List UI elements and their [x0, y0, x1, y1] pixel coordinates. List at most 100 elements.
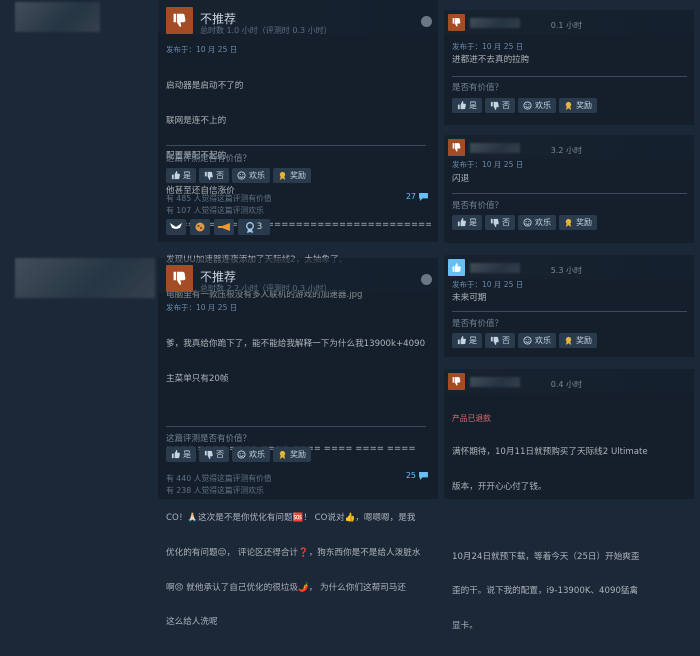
horn-award-icon — [218, 223, 230, 231]
comment-count: 25 — [405, 471, 416, 480]
smiley-icon — [523, 218, 532, 227]
divider — [452, 311, 687, 312]
vote-funny-button[interactable]: 欢乐 — [232, 168, 270, 183]
comments-link[interactable]: 27 — [406, 192, 428, 201]
medal-award-icon — [245, 221, 254, 233]
review-posted-date: 发布于：10 月 25 日 — [166, 303, 238, 312]
reviewer-avatar[interactable] — [15, 258, 155, 298]
vote-funny-button[interactable]: 欢乐 — [518, 215, 556, 230]
review-line: CO！🙏🏻这次是不是你优化有问题🆘！ CO说对👍，嗯嗯嗯，是我 — [166, 513, 416, 524]
review-posted-date: 发布于：10 月 25 日 — [452, 42, 524, 51]
thumbs-down-icon — [490, 101, 499, 110]
award-badge-4[interactable]: 3 — [238, 219, 270, 235]
review-body: 未来可期 — [452, 293, 487, 303]
steam-logo-icon — [421, 274, 432, 285]
vote-no-button[interactable]: 否 — [199, 168, 229, 183]
funny-count: 有 107 人觉得这篇评测欢乐 — [166, 206, 264, 215]
divider — [452, 76, 687, 77]
thumbs-down-icon — [204, 171, 213, 180]
helpful-question: 这篇评测是否有价值？ — [166, 154, 252, 164]
award-badge-1[interactable] — [166, 219, 186, 235]
thumbs-down-icon — [166, 265, 193, 292]
review-posted-date: 发布于：10 月 25 日 — [452, 280, 524, 289]
thumbs-down-icon — [490, 218, 499, 227]
vote-yes-label: 是 — [183, 450, 191, 459]
award-badge-3[interactable] — [214, 219, 234, 235]
vote-yes-label: 是 — [469, 101, 477, 110]
vote-no-label: 否 — [502, 336, 510, 345]
review-body: 闪退 — [452, 174, 470, 184]
vote-funny-button[interactable]: 欢乐 — [518, 98, 556, 113]
vote-no-label: 否 — [502, 218, 510, 227]
vote-funny-button[interactable]: 欢乐 — [232, 447, 270, 462]
review-line: 歪的干。说下我的配置，i9-13900K、4090猛禽 — [452, 586, 639, 597]
review-body: 满怀期待，10月11日就预购买了天际线2 Ultimate 版本，开开心心付了钱… — [452, 424, 690, 656]
comment-icon — [419, 192, 428, 201]
vote-funny-label: 欢乐 — [535, 101, 551, 110]
review-line: 主菜单只有20帧 — [166, 373, 229, 384]
review-line: 啊😠 就他承认了自己优化的很垃圾🌶️， 为什么你们这帮司马还 — [166, 582, 406, 593]
thumbs-down-icon — [448, 139, 465, 156]
review-hours: 3.2 小时 — [550, 146, 582, 155]
award-label: 奖励 — [290, 171, 306, 180]
helpful-count: 有 485 人觉得这篇评测有价值 — [166, 194, 272, 203]
review-line: 10月24日就预下载，等着今天（25日）开始爽歪 — [452, 551, 640, 562]
award-button[interactable]: 奖励 — [273, 447, 311, 462]
smiley-icon — [523, 336, 532, 345]
funny-count: 有 238 人觉得这篇评测欢乐 — [166, 486, 264, 495]
thumbs-up-icon — [457, 101, 466, 110]
award-label: 奖励 — [576, 101, 592, 110]
vote-yes-button[interactable]: 是 — [166, 447, 196, 462]
thumbs-up-icon — [171, 450, 180, 459]
helpful-count: 有 440 人觉得这篇评测有价值 — [166, 474, 272, 483]
award-button[interactable]: 奖励 — [559, 333, 597, 348]
reviewer-name-blurred[interactable] — [470, 18, 520, 28]
wings-award-icon — [170, 223, 182, 229]
vote-yes-button[interactable]: 是 — [166, 168, 196, 183]
review-line: 爹，我真给你跪下了，能不能给我解释一下为什么我13900k+4090 — [166, 339, 426, 350]
vote-no-button[interactable]: 否 — [485, 333, 515, 348]
vote-funny-label: 欢乐 — [249, 171, 265, 180]
right-review-card-3: 5.3 小时 发布于：10 月 25 日 未来可期 是否有价值？ 是 否 欢乐 … — [444, 255, 694, 357]
review-hours: 0.4 小时 — [550, 380, 582, 389]
award-icon — [279, 450, 286, 459]
comments-link[interactable]: 25 — [406, 471, 428, 480]
award-label: 奖励 — [576, 218, 592, 227]
vote-no-label: 否 — [216, 450, 224, 459]
vote-funny-label: 欢乐 — [535, 218, 551, 227]
smiley-icon — [237, 450, 246, 459]
vote-no-button[interactable]: 否 — [199, 447, 229, 462]
review-hours: 0.1 小时 — [550, 21, 582, 30]
award-badge-2[interactable] — [190, 219, 210, 235]
review-posted-date: 发布于：10 月 25 日 — [452, 160, 524, 169]
reviewer-name-blurred[interactable] — [470, 377, 520, 387]
award-icon — [565, 101, 572, 110]
vote-no-label: 否 — [216, 171, 224, 180]
vote-no-button[interactable]: 否 — [485, 98, 515, 113]
award-icon — [565, 218, 572, 227]
reviewer-avatar[interactable] — [15, 2, 100, 32]
steam-logo-icon — [421, 16, 432, 27]
vote-yes-label: 是 — [469, 336, 477, 345]
vote-yes-button[interactable]: 是 — [452, 333, 482, 348]
review-hours: 总时数 2.2 小时（评测时 0.3 小时） — [200, 284, 332, 293]
award-button[interactable]: 奖励 — [273, 168, 311, 183]
review-line: 版本，开开心心付了钱。 — [452, 481, 547, 492]
thumbs-down-icon — [448, 14, 465, 31]
vote-funny-button[interactable]: 欢乐 — [518, 333, 556, 348]
vote-no-button[interactable]: 否 — [485, 215, 515, 230]
reviewer-name-blurred[interactable] — [470, 143, 520, 153]
vote-yes-button[interactable]: 是 — [452, 215, 482, 230]
vote-funny-label: 欢乐 — [249, 450, 265, 459]
review-posted-date: 发布于：10 月 25 日 — [166, 45, 238, 54]
reviewer-name-blurred[interactable] — [470, 263, 520, 273]
award-button[interactable]: 奖励 — [559, 98, 597, 113]
review-line: 这么给人洗呢 — [166, 617, 218, 628]
helpful-question: 是否有价值？ — [452, 83, 504, 93]
vote-yes-label: 是 — [183, 171, 191, 180]
award-button[interactable]: 奖励 — [559, 215, 597, 230]
helpful-question: 是否有价值？ — [452, 201, 504, 211]
vote-yes-button[interactable]: 是 — [452, 98, 482, 113]
award-label: 奖励 — [576, 336, 592, 345]
review-line: 启动器是启动不了的 — [166, 81, 244, 92]
